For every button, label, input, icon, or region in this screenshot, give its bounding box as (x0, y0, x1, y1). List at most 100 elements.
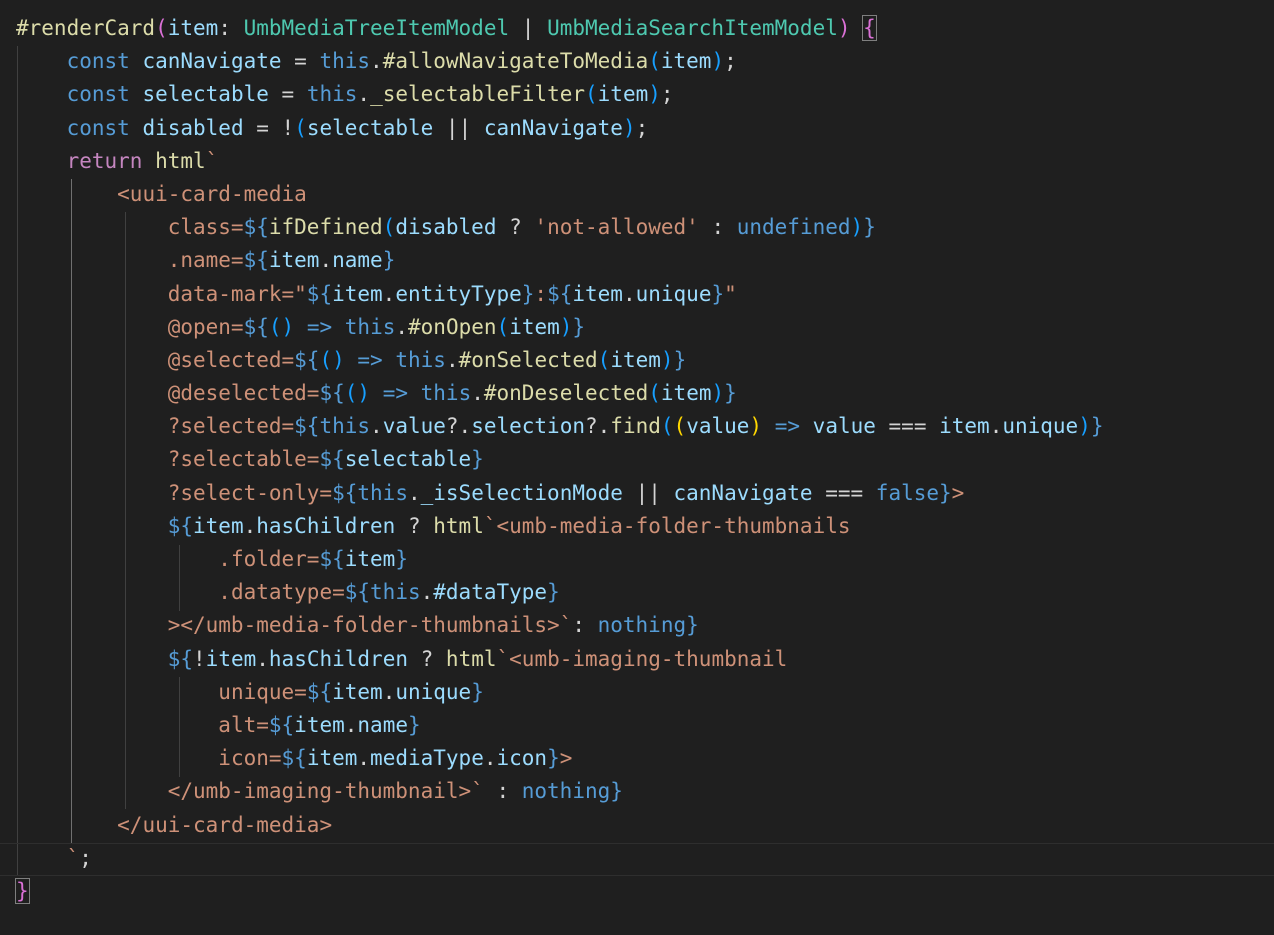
code-line[interactable]: const selectable = this._selectableFilte… (16, 78, 1104, 111)
code-token: item (660, 381, 712, 406)
code-token: html (433, 513, 484, 538)
code-token: ; (724, 49, 737, 74)
code-line[interactable]: .name=${item.name} (16, 244, 1104, 277)
code-token: } (471, 679, 484, 704)
code-token: item (332, 281, 383, 306)
code-token: ) (749, 414, 763, 439)
code-token: > (951, 480, 965, 505)
code-token: entityType (395, 281, 522, 306)
code-line[interactable]: @selected=${() => this.#onSelected(item)… (16, 344, 1104, 377)
code-token: } (610, 779, 623, 804)
code-token: name (357, 712, 408, 737)
code-token: item (939, 414, 990, 439)
code-line[interactable]: alt=${item.name} (16, 709, 1104, 742)
code-line[interactable]: unique=${item.unique} (16, 676, 1104, 709)
code-line[interactable]: #renderCard(item: UmbMediaTreeItemModel … (16, 12, 1104, 45)
code-token: @deselected= (167, 381, 320, 406)
code-token: this (370, 580, 421, 605)
code-token: #allowNavigateToMedia (382, 49, 649, 74)
code-token: canNavigate (673, 480, 813, 505)
code-token: ( (673, 414, 687, 439)
code-token: find (610, 414, 661, 439)
code-line[interactable]: return html` (16, 145, 1104, 178)
code-line[interactable]: const disabled = !(selectable || canNavi… (16, 112, 1104, 145)
code-token: => (357, 347, 383, 372)
code-token: . (445, 347, 459, 372)
code-token: } (382, 248, 396, 273)
code-token: const (66, 49, 130, 74)
code-line[interactable]: @deselected=${() => this.#onDeselected(i… (16, 377, 1104, 410)
code-token: value (812, 414, 876, 439)
code-token: ${ (319, 547, 345, 571)
code-token: | (509, 16, 548, 40)
code-token: ) (622, 115, 636, 140)
code-token: } (1090, 414, 1104, 439)
code-line[interactable]: ?selected=${this.value?.selection?.find(… (16, 410, 1104, 443)
code-token: ; (660, 82, 674, 107)
code-line[interactable]: icon=${item.mediaType.icon}> (16, 742, 1104, 775)
code-line[interactable]: data-mark="${item.entityType}:${item.uni… (16, 278, 1104, 311)
code-token: nothing (597, 613, 687, 638)
code-token: ) (1078, 414, 1091, 439)
code-token: } (15, 877, 30, 904)
code-token: this (357, 480, 408, 505)
code-token: : (534, 281, 548, 306)
code-token: </umb-imaging-thumbnail> (167, 779, 472, 804)
code-editor[interactable]: #renderCard(item: UmbMediaTreeItemModel … (0, 0, 1274, 935)
code-token: ${ (243, 215, 269, 240)
code-token: . (382, 679, 396, 704)
code-token: > (559, 746, 573, 771)
code-line[interactable]: ${!item.hasChildren ? html`<umb-imaging-… (16, 643, 1104, 676)
code-line[interactable]: const canNavigate = this.#allowNavigateT… (16, 45, 1104, 78)
code-line[interactable]: </umb-imaging-thumbnail>` : nothing} (16, 775, 1104, 808)
code-lines[interactable]: #renderCard(item: UmbMediaTreeItemModel … (15, 12, 1104, 908)
code-token: ( (294, 115, 307, 140)
code-line[interactable]: ?selectable=${selectable} (16, 443, 1104, 476)
code-token: () (344, 381, 371, 406)
code-line[interactable]: .folder=${item} (16, 543, 1104, 576)
code-line[interactable]: .datatype=${this.#dataType} (16, 576, 1104, 609)
code-token: ${ (306, 679, 333, 704)
code-line[interactable]: `; (16, 842, 1104, 875)
code-token: } (471, 447, 484, 472)
code-token: #dataType (433, 580, 548, 605)
code-token: } (711, 281, 725, 306)
code-line[interactable]: ${item.hasChildren ? html`<umb-media-fol… (16, 510, 1104, 543)
code-token: ${ (294, 347, 320, 372)
code-token: disabled (395, 215, 497, 240)
code-line[interactable]: @open=${() => this.#onOpen(item)} (16, 311, 1104, 344)
code-token: = (268, 82, 307, 107)
code-token: || (433, 115, 484, 140)
code-token: this (395, 347, 446, 372)
code-token: ${ (243, 248, 269, 273)
code-token: #onSelected (458, 347, 598, 372)
code-token: . (407, 480, 421, 505)
code-token: unique (1002, 414, 1079, 439)
code-token: . (256, 646, 269, 671)
code-token: ${ (319, 447, 345, 472)
code-token: . (483, 746, 497, 771)
code-token: name (332, 248, 383, 273)
code-token: ( (585, 82, 598, 107)
code-token: } (673, 347, 687, 372)
code-line[interactable]: ></umb-media-folder-thumbnails>`: nothin… (16, 609, 1104, 642)
code-line[interactable]: ?select-only=${this._isSelectionMode || … (16, 477, 1104, 510)
code-token: data-mark=" (167, 281, 307, 306)
code-line[interactable]: </uui-card-media> (16, 809, 1104, 842)
code-line[interactable]: class=${ifDefined(disabled ? 'not-allowe… (16, 211, 1104, 244)
code-token: ` (483, 513, 497, 538)
code-line[interactable]: <uui-card-media (16, 178, 1104, 211)
code-token: item (205, 646, 257, 671)
code-token: _isSelectionMode (420, 480, 623, 505)
code-token: ` (66, 845, 80, 870)
code-line[interactable]: } (15, 875, 1104, 908)
code-token: ) (711, 49, 725, 74)
code-token: ${ (319, 381, 345, 406)
